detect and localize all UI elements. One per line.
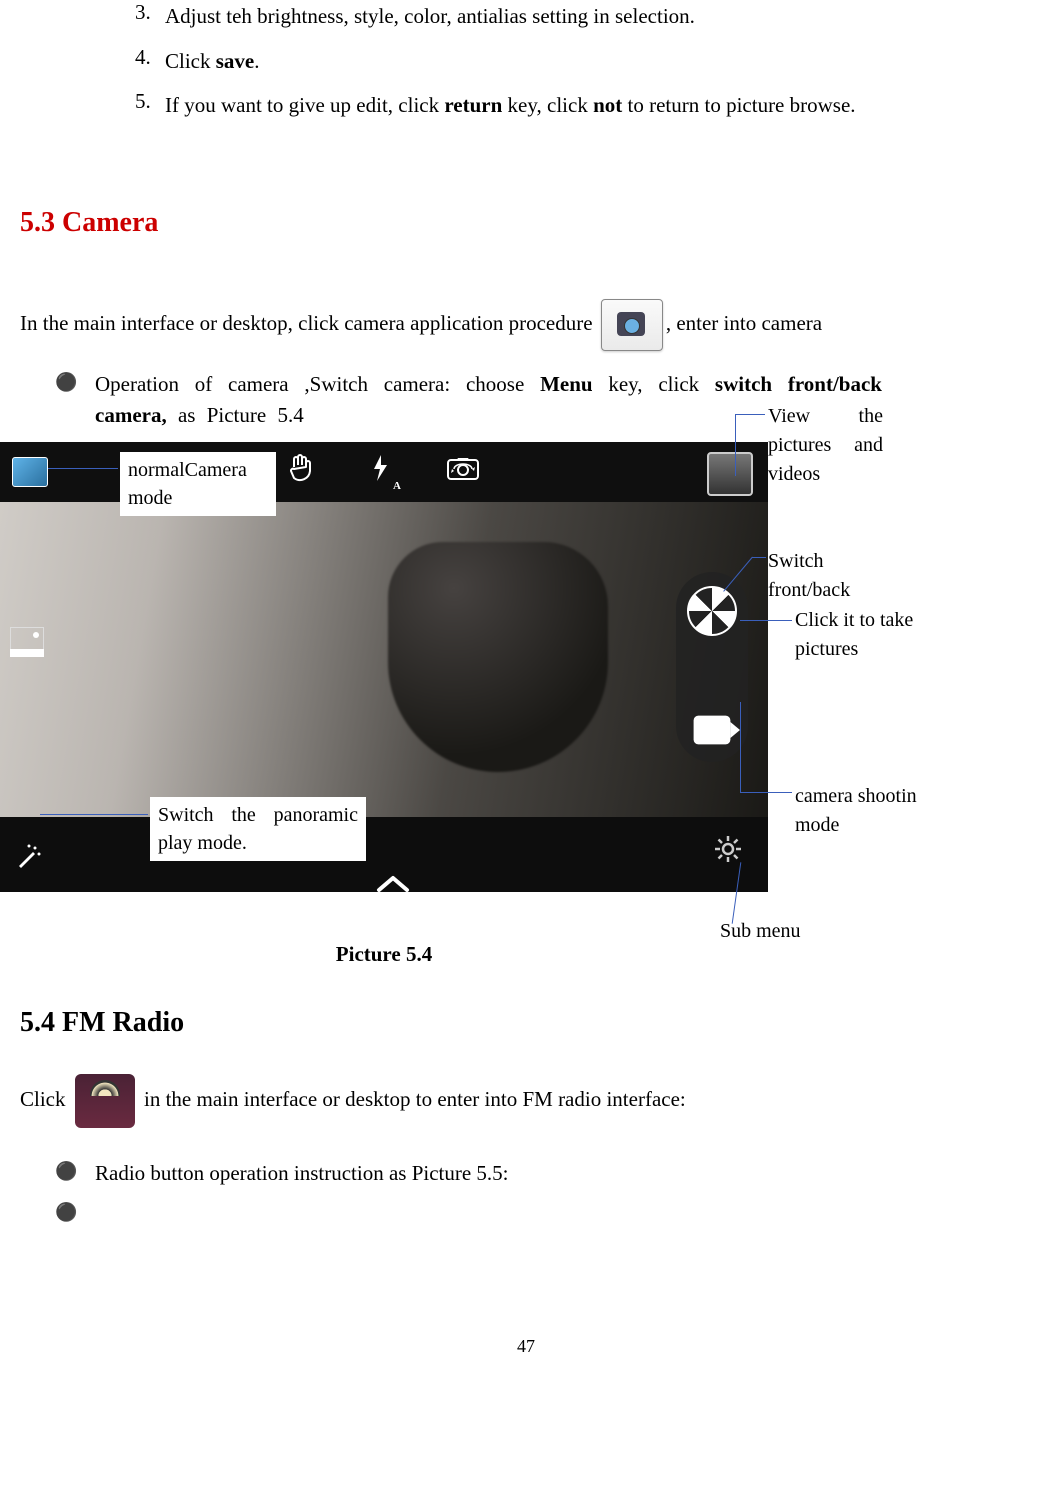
radio-bullet-1: ⚫ Radio button operation instruction as …: [55, 1158, 882, 1190]
annotation-normal-mode: normalCamera mode: [120, 452, 276, 516]
annotation-panoramic-mode: Switch the panoramic play mode.: [150, 797, 366, 861]
annotation-switch-front-back: Switch front/back: [768, 547, 878, 605]
annotation-shooting-mode: camera shootin mode: [795, 782, 965, 840]
section-radio-heading: 5.4 FM Radio: [20, 1007, 1052, 1039]
camera-screenshot: A: [0, 442, 768, 892]
camera-app-icon: [601, 299, 663, 351]
section-camera-heading: 5.3 Camera: [20, 207, 1052, 239]
effects-icon[interactable]: [15, 842, 43, 877]
bullet-text: Radio button operation instruction as Pi…: [95, 1158, 882, 1190]
step-3: 3. Adjust teh brightness, style, color, …: [135, 0, 1052, 33]
step-num: 3.: [135, 0, 165, 33]
text-fragment: as Picture 5.4: [167, 403, 304, 427]
radio-intro-paragraph: Click in the main interface or desktop t…: [20, 1074, 1052, 1128]
video-mode-button[interactable]: [694, 715, 731, 744]
step-text: Click save.: [165, 45, 1052, 78]
text-bold: Menu: [540, 372, 593, 396]
step-num: 5.: [135, 89, 165, 122]
text-fragment: Click: [20, 1086, 71, 1110]
bullet-text: Operation of camera ,Switch camera: choo…: [95, 369, 882, 432]
step-text-fragment: Click: [165, 49, 216, 73]
gallery-thumbnail[interactable]: [707, 452, 753, 496]
step-bold: save: [216, 49, 255, 73]
camera-figure-wrap: View the pictures and videos Switch fron…: [0, 442, 1052, 942]
camera-intro-paragraph: In the main interface or desktop, click …: [20, 299, 1052, 351]
annotation-take-picture: Click it to take pictures: [795, 606, 955, 664]
step-text-fragment: Adjust teh brightness, style, color, ant…: [165, 4, 695, 28]
camera-bottom-bar: [0, 817, 768, 892]
step-bold: not: [593, 93, 622, 117]
step-num: 4.: [135, 45, 165, 78]
camera-viewfinder: [0, 502, 768, 817]
text-fragment: Operation of camera ,Switch camera: choo…: [95, 372, 540, 396]
bullet-dot: ⚫: [55, 1199, 95, 1226]
capture-assembly: [676, 572, 748, 762]
step-5: 5. If you want to give up edit, click re…: [135, 89, 1052, 122]
text-fragment: In the main interface or desktop, click …: [20, 310, 593, 334]
annotation-view-pictures: View the pictures and videos: [768, 402, 883, 489]
bullet-dot: ⚫: [55, 369, 95, 432]
page-number: 47: [0, 1336, 1052, 1357]
flash-auto-icon[interactable]: A: [369, 453, 391, 490]
caption-row: Picture 5.4: [0, 942, 1052, 967]
shutter-button[interactable]: [687, 586, 737, 636]
step-text-fragment: If you want to give up edit, click: [165, 93, 444, 117]
step-text-fragment: key, click: [502, 93, 593, 117]
text-fragment: in the main interface or desktop to ente…: [144, 1086, 686, 1110]
step-text: If you want to give up edit, click retur…: [165, 89, 1052, 122]
step-text-fragment: .: [254, 49, 259, 73]
annotation-sub-menu: Sub menu: [720, 917, 801, 946]
text-fragment: key, click: [593, 372, 715, 396]
radio-bullet-2-empty: ⚫: [55, 1199, 882, 1226]
step-4: 4. Click save.: [135, 45, 1052, 78]
settings-gear-icon[interactable]: [713, 834, 743, 872]
fm-radio-app-icon: [75, 1074, 135, 1128]
step-text-fragment: to return to picture browse.: [622, 93, 855, 117]
ordered-steps: 3. Adjust teh brightness, style, color, …: [135, 0, 1052, 122]
camera-top-bar: A: [0, 442, 768, 502]
picture-in-picture-icon[interactable]: [10, 627, 44, 657]
step-text: Adjust teh brightness, style, color, ant…: [165, 0, 1052, 33]
switch-camera-icon[interactable]: [446, 455, 480, 488]
camera-operation-bullet: ⚫ Operation of camera ,Switch camera: ch…: [55, 369, 882, 432]
gesture-icon[interactable]: [288, 453, 314, 490]
figure-caption: Picture 5.4: [0, 942, 768, 967]
bullet-text: [95, 1199, 882, 1226]
step-bold: return: [444, 93, 502, 117]
normal-mode-icon[interactable]: [12, 457, 48, 487]
text-fragment: , enter into camera: [666, 310, 822, 334]
bullet-dot: ⚫: [55, 1158, 95, 1190]
